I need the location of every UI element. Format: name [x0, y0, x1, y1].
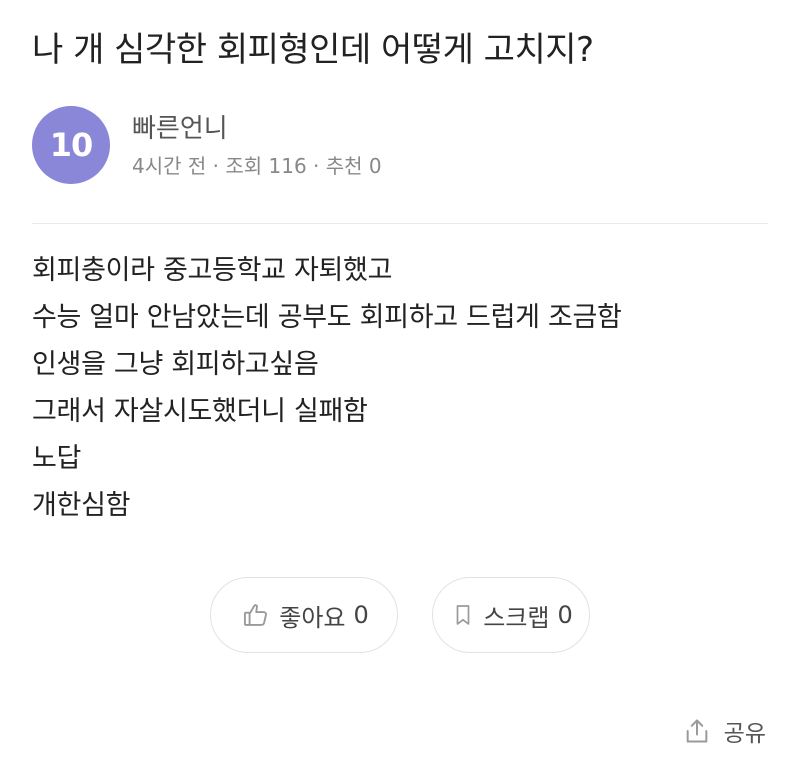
author-info: 빠른언니 4시간 전 · 조회 116 · 추천 0 [132, 111, 382, 179]
share-button[interactable]: 공유 [682, 714, 766, 748]
body-line: 인생을 그냥 회피하고싶음 [32, 349, 319, 380]
post-meta: 4시간 전 · 조회 116 · 추천 0 [132, 154, 382, 178]
body-line: 노답 [32, 443, 82, 474]
body-line: 회피충이라 중고등학교 자퇴했고 [32, 255, 393, 286]
scrap-button[interactable]: 스크랩 0 [432, 577, 590, 653]
scrap-count: 0 [557, 601, 573, 629]
body-line: 수능 얼마 안남았는데 공부도 회피하고 드럽게 조금함 [32, 302, 622, 333]
author-level-avatar[interactable]: 10 [32, 106, 110, 184]
like-label: 좋아요 [279, 603, 346, 632]
divider [32, 223, 768, 224]
like-count: 0 [353, 601, 369, 629]
author-name[interactable]: 빠른언니 [132, 111, 382, 147]
post-body: 회피충이라 중고등학교 자퇴했고 수능 얼마 안남았는데 공부도 회피하고 드럽… [32, 247, 622, 529]
reaction-row: 좋아요 0 스크랩 0 [0, 577, 800, 653]
share-label: 공유 [723, 721, 766, 747]
thumbs-up-icon [241, 600, 271, 630]
like-button[interactable]: 좋아요 0 [210, 577, 398, 653]
scrap-label: 스크랩 [483, 603, 550, 632]
body-line: 그래서 자살시도했더니 실패함 [32, 396, 368, 427]
post-page: 나 개 심각한 회피형인데 어떻게 고치지? 10 빠른언니 4시간 전 · 조… [0, 0, 800, 774]
share-icon [682, 716, 712, 746]
post-title: 나 개 심각한 회피형인데 어떻게 고치지? [32, 30, 594, 70]
body-line: 개한심함 [32, 490, 131, 521]
bookmark-icon [451, 600, 475, 630]
author-row: 10 빠른언니 4시간 전 · 조회 116 · 추천 0 [32, 105, 382, 185]
